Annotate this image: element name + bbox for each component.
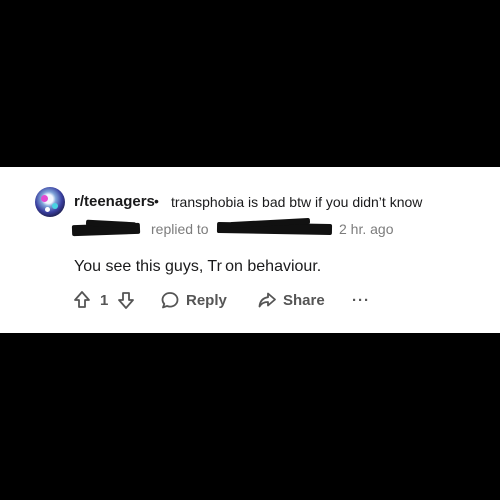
downvote-button[interactable]	[116, 288, 136, 312]
black-letterbox-top	[0, 0, 500, 167]
post-title[interactable]: transphobia is bad btw if you didn’t kno…	[171, 194, 422, 210]
comment-actions: 1 Reply Share ···	[72, 288, 372, 312]
share-arrow-icon	[258, 292, 276, 308]
timestamp: 2 hr. ago	[339, 221, 394, 237]
share-button[interactable]: Share	[257, 288, 325, 312]
arrow-up-outline-icon	[74, 291, 90, 308]
ellipsis-icon[interactable]: ···	[352, 288, 370, 312]
arrow-down-outline-icon	[118, 292, 134, 309]
reply-label: Reply	[186, 291, 227, 309]
comment-body: You see this guys, Tr on behaviour.	[74, 258, 322, 275]
replied-to-label: replied to	[151, 221, 209, 237]
subreddit-avatar[interactable]	[35, 187, 65, 217]
reply-button[interactable]: Reply	[160, 288, 227, 312]
share-label: Share	[283, 291, 325, 309]
vote-count: 1	[100, 291, 109, 309]
upvote-button[interactable]	[72, 288, 92, 312]
subreddit-name[interactable]: r/teenagers	[74, 193, 155, 210]
comment-card: r/teenagers • transphobia is bad btw if …	[0, 167, 500, 333]
speech-bubble-icon	[161, 292, 179, 309]
black-letterbox-bottom	[0, 333, 500, 500]
separator-dot: •	[154, 193, 159, 209]
